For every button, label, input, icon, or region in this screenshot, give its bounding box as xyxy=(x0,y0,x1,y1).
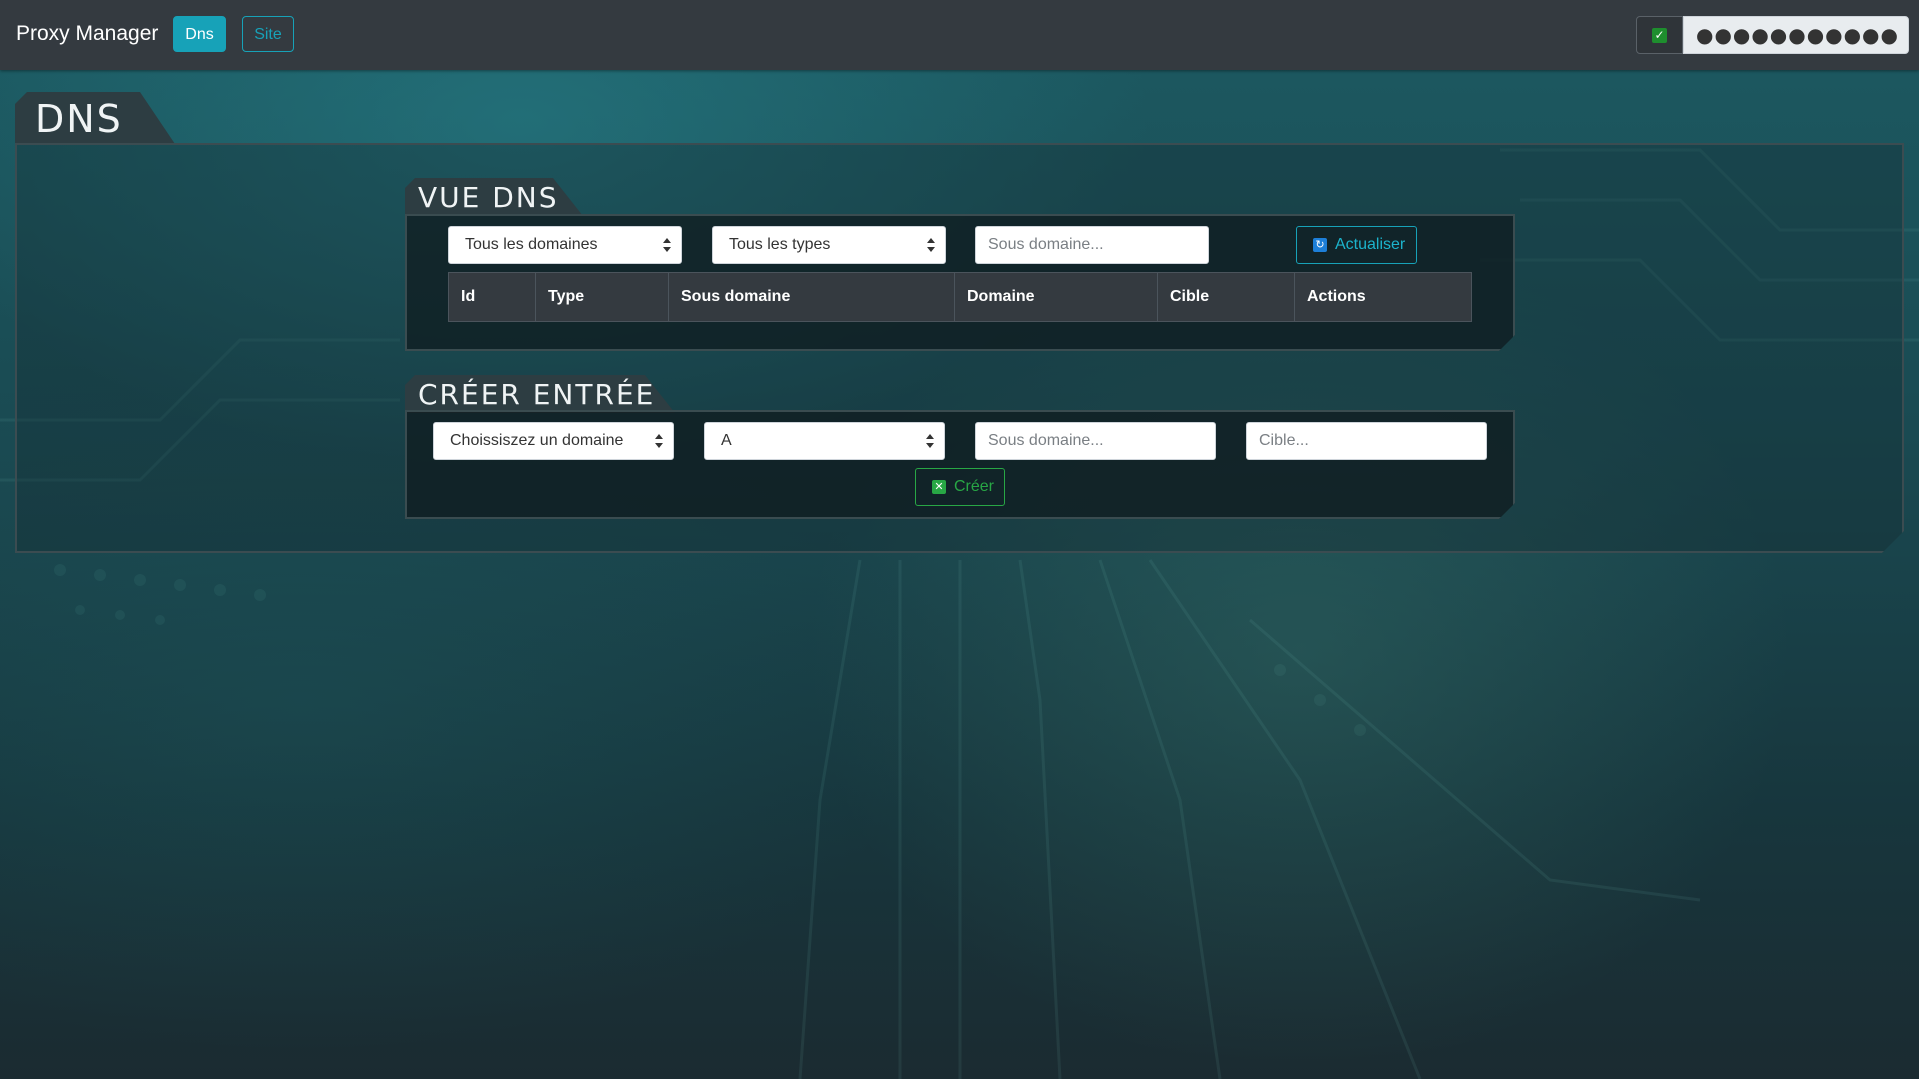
domain-filter-select[interactable]: Tous les domaines xyxy=(448,226,682,264)
view-dns-title: VUE DNS xyxy=(405,178,583,216)
select-arrows-icon xyxy=(663,238,671,252)
nav-dns-button[interactable]: Dns xyxy=(173,16,226,52)
auth-group: ✓ ●●●●●●●●●●● xyxy=(1636,16,1909,54)
column-header-actions[interactable]: Actions xyxy=(1295,273,1471,321)
nav-site-button[interactable]: Site xyxy=(242,16,294,52)
app-brand[interactable]: Proxy Manager xyxy=(16,22,158,46)
select-arrows-icon xyxy=(655,434,663,448)
column-header-target[interactable]: Cible xyxy=(1158,273,1295,321)
record-type-value: A xyxy=(721,432,732,449)
type-filter-select[interactable]: Tous les types xyxy=(712,226,946,264)
select-arrows-icon xyxy=(926,434,934,448)
subdomain-input[interactable]: Sous domaine... xyxy=(975,422,1216,460)
domain-filter-value: Tous les domaines xyxy=(465,236,598,253)
close-box-icon: ✕ xyxy=(932,480,946,494)
navbar: Proxy Manager Dns Site ✓ ●●●●●●●●●●● xyxy=(0,0,1919,70)
target-input[interactable]: Cible... xyxy=(1246,422,1487,460)
auth-checkbox[interactable]: ✓ xyxy=(1652,28,1667,43)
create-entry-title: CRÉER ENTRÉE xyxy=(405,375,675,413)
subdomain-filter-input[interactable]: Sous domaine... xyxy=(975,226,1209,264)
type-filter-value: Tous les types xyxy=(729,236,831,253)
dns-table-header: Id Type Sous domaine Domaine Cible Actio… xyxy=(448,272,1472,322)
create-button[interactable]: ✕ Créer xyxy=(915,468,1005,506)
auth-checkbox-addon: ✓ xyxy=(1636,16,1683,54)
column-header-domain[interactable]: Domaine xyxy=(955,273,1158,321)
column-header-subdomain[interactable]: Sous domaine xyxy=(669,273,955,321)
domain-select-value: Choissiszez un domaine xyxy=(450,432,624,449)
column-header-id[interactable]: Id xyxy=(449,273,536,321)
refresh-label: Actualiser xyxy=(1335,236,1406,253)
page-title: DNS xyxy=(15,92,175,144)
refresh-button[interactable]: ↻ Actualiser xyxy=(1296,226,1417,264)
record-type-select[interactable]: A xyxy=(704,422,945,460)
column-header-type[interactable]: Type xyxy=(536,273,669,321)
refresh-icon: ↻ xyxy=(1313,238,1327,252)
create-label: Créer xyxy=(954,478,995,495)
select-arrows-icon xyxy=(927,238,935,252)
domain-select[interactable]: Choissiszez un domaine xyxy=(433,422,674,460)
password-field[interactable]: ●●●●●●●●●●● xyxy=(1683,16,1909,54)
